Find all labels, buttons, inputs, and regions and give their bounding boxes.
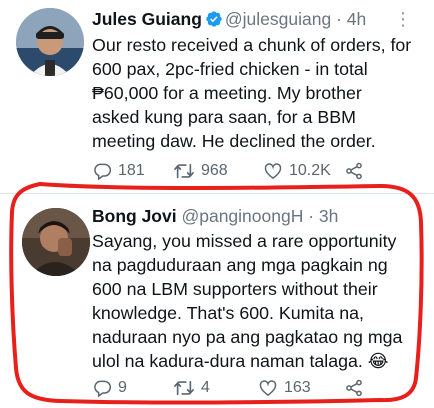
author-name[interactable]: Bong Jovi bbox=[92, 206, 177, 226]
tweet-text-line: asked kung para saan, for a BBM bbox=[92, 107, 356, 127]
reply-button[interactable]: 9 bbox=[92, 378, 127, 398]
reply-button[interactable]: 181 bbox=[92, 161, 145, 181]
tweet-text-line: 600 na LBM supporters without their bbox=[92, 279, 378, 299]
retweet-icon bbox=[174, 163, 194, 179]
tweet-text-line: Our resto received a chunk of orders, fo… bbox=[92, 35, 412, 55]
tweet-jules-guiang[interactable]: Jules Guiang @julesguiang · 4h ⋮ Our rest… bbox=[0, 0, 434, 192]
retweet-icon bbox=[174, 380, 194, 396]
share-button[interactable] bbox=[344, 161, 364, 181]
like-count: 10.2K bbox=[289, 162, 331, 179]
reply-count: 181 bbox=[118, 162, 145, 179]
tweet-bong-jovi[interactable]: Bong Jovi @panginoongH · 3h Sayang, you … bbox=[0, 198, 434, 408]
like-button[interactable]: 10.2K bbox=[263, 161, 331, 181]
share-button[interactable] bbox=[344, 378, 364, 398]
tweet-time[interactable]: · 4h bbox=[336, 9, 366, 29]
tweet-actions: 9 4 163 bbox=[92, 378, 434, 402]
reply-icon bbox=[94, 380, 112, 398]
retweet-count: 4 bbox=[201, 379, 210, 396]
like-button[interactable]: 163 bbox=[258, 378, 311, 398]
author-name[interactable]: Jules Guiang bbox=[92, 9, 202, 29]
tweet-text: Sayang, you missed a rare opportunity na… bbox=[92, 229, 427, 373]
tweet-header: Bong Jovi @panginoongH · 3h bbox=[92, 204, 338, 228]
reply-count: 9 bbox=[118, 379, 127, 396]
verified-badge-icon bbox=[206, 11, 222, 27]
more-icon[interactable]: ⋮ bbox=[394, 10, 412, 28]
tweet-text-line: ₱60,000 for a meeting. My brother bbox=[92, 83, 362, 103]
avatar[interactable] bbox=[16, 8, 84, 76]
reply-icon bbox=[94, 163, 112, 181]
like-count: 163 bbox=[284, 379, 311, 396]
retweet-button[interactable]: 4 bbox=[173, 378, 210, 398]
avatar[interactable] bbox=[22, 208, 90, 276]
tweet-text-line: na pagduduraan ang mga pagkain ng bbox=[92, 255, 388, 275]
tweet-time[interactable]: · 3h bbox=[308, 206, 338, 226]
author-handle[interactable]: @julesguiang bbox=[225, 9, 331, 29]
share-icon bbox=[346, 379, 362, 397]
retweet-button[interactable]: 968 bbox=[173, 161, 228, 181]
share-icon bbox=[346, 162, 362, 180]
tweet-actions: 181 968 10.2K bbox=[92, 161, 434, 185]
tweet-text-line: ulol na kadura-dura naman talaga. 😂 bbox=[92, 351, 389, 371]
tweet-text-line: meeting daw. He declined the order. bbox=[92, 131, 376, 151]
tweet-divider bbox=[0, 193, 434, 194]
tweet-text-line: 600 pax, 2pc-fried chicken - in total bbox=[92, 59, 368, 79]
tweet-text-line: knowledge. That's 600. Kumita na, bbox=[92, 303, 364, 323]
tweet-text-line: naduraan nyo pa ang pagkatao ng mga bbox=[92, 327, 403, 347]
tweet-header: Jules Guiang @julesguiang · 4h bbox=[92, 7, 366, 31]
like-icon bbox=[264, 163, 282, 179]
tweet-text-line: Sayang, you missed a rare opportunity bbox=[92, 231, 397, 251]
tweet-text: Our resto received a chunk of orders, fo… bbox=[92, 33, 427, 153]
author-handle[interactable]: @panginoongH bbox=[181, 206, 303, 226]
retweet-count: 968 bbox=[201, 162, 228, 179]
like-icon bbox=[259, 380, 277, 396]
